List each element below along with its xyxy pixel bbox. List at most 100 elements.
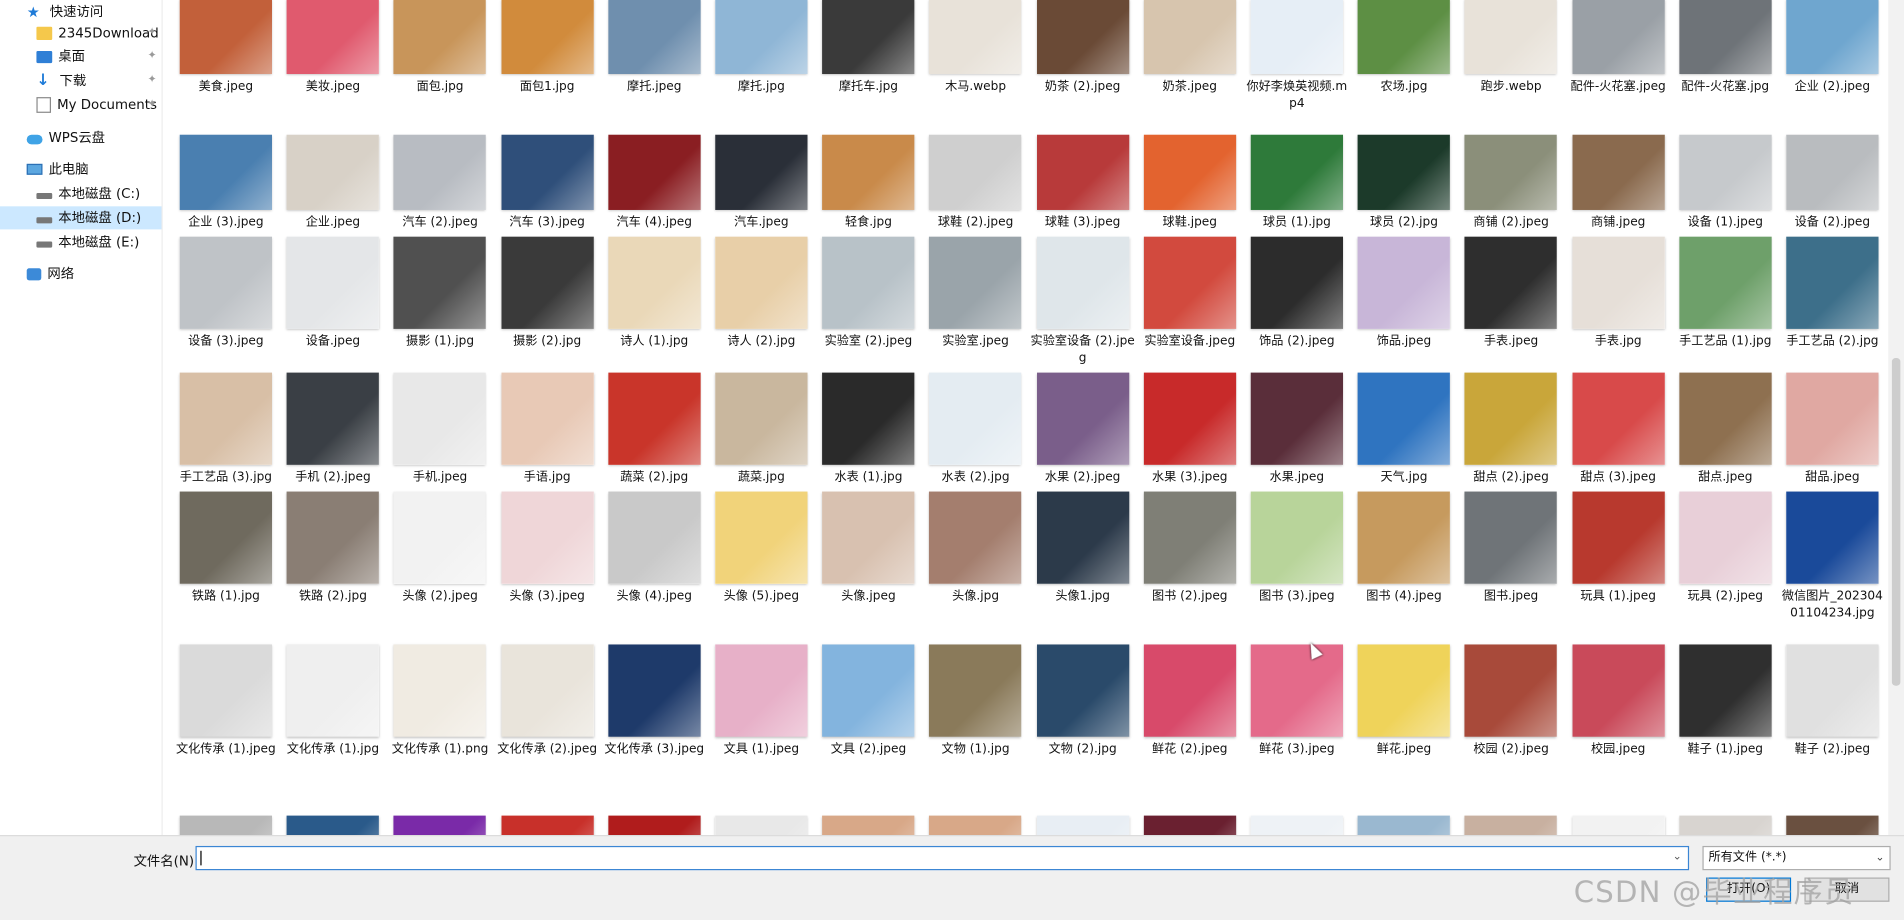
file-thumbnail bbox=[1357, 491, 1451, 584]
file-name: 水表 (1).jpg bbox=[834, 470, 903, 485]
file-name: 水果 (3).jpeg bbox=[1152, 470, 1228, 485]
pin-icon: ✦ bbox=[147, 26, 157, 39]
file-thumbnail bbox=[1250, 236, 1344, 329]
sidebar-item-label: WPS云盘 bbox=[48, 129, 106, 146]
desktop-icon bbox=[36, 50, 53, 63]
file-thumbnail bbox=[1786, 644, 1879, 737]
file-name: 轻食.jpg bbox=[844, 216, 892, 230]
file-thumbnail bbox=[715, 491, 808, 584]
file-thumbnail bbox=[929, 491, 1022, 584]
sidebar-item-label: 快速访问 bbox=[49, 3, 104, 20]
file-thumbnail bbox=[1572, 491, 1665, 584]
file-thumbnail bbox=[1786, 0, 1879, 75]
file-thumbnail bbox=[393, 134, 487, 210]
sidebar-item[interactable]: 2345Download ✦ bbox=[0, 22, 162, 45]
sidebar-item[interactable]: ↓ 下载 ✦ bbox=[0, 69, 162, 92]
file-thumbnail bbox=[393, 0, 487, 75]
file-thumbnail bbox=[929, 236, 1022, 329]
file-thumbnail bbox=[608, 815, 701, 836]
file-thumbnail bbox=[1250, 644, 1344, 737]
file-name: 鞋子 (1).jpeg bbox=[1687, 742, 1764, 757]
sidebar-item[interactable]: 本地磁盘 (E:) bbox=[0, 231, 162, 254]
file-name: 图书 (3).jpeg bbox=[1259, 589, 1335, 604]
file-name: 头像 (2).jpeg bbox=[402, 589, 478, 604]
chevron-down-icon[interactable]: ⌄ bbox=[1673, 851, 1682, 863]
sidebar-item[interactable]: 网络 bbox=[0, 262, 162, 285]
filename-input[interactable]: ⌄ bbox=[195, 845, 1690, 871]
file-thumbnail bbox=[1250, 815, 1344, 836]
file-thumbnail bbox=[822, 0, 915, 75]
file-name: 汽车.jpeg bbox=[734, 216, 789, 230]
file-thumbnail bbox=[179, 236, 273, 329]
sidebar-item[interactable]: 本地磁盘 (C:) bbox=[0, 182, 162, 205]
sidebar-item[interactable]: My Documents ✦ bbox=[0, 93, 162, 116]
file-name: 奶茶.jpeg bbox=[1162, 80, 1217, 94]
file-name: 鲜花 (2).jpeg bbox=[1152, 742, 1228, 757]
file-thumbnail bbox=[715, 815, 808, 836]
file-name: 企业.jpeg bbox=[305, 216, 361, 230]
file-name: 头像.jpeg bbox=[841, 589, 896, 604]
file-name: 手工艺品 (2).jpg bbox=[1786, 334, 1879, 349]
file-name: 文化传承 (1).png bbox=[391, 742, 489, 757]
file-name: 饰品.jpeg bbox=[1376, 334, 1432, 349]
sidebar-item[interactable]: ★ 快速访问 bbox=[0, 0, 162, 23]
file-thumbnail bbox=[608, 644, 701, 737]
file-thumbnail bbox=[608, 0, 701, 75]
file-name: 球员 (1).jpg bbox=[1262, 216, 1331, 230]
file-thumbnail bbox=[1036, 0, 1129, 75]
file-thumbnail bbox=[1143, 236, 1236, 329]
file-name: 图书 (2).jpeg bbox=[1152, 589, 1228, 604]
file-thumbnail bbox=[1679, 0, 1772, 75]
file-name: 水果.jpeg bbox=[1269, 470, 1325, 485]
scrollbar-thumb[interactable] bbox=[1891, 358, 1901, 686]
file-name: 跑步.webp bbox=[1480, 80, 1542, 94]
file-name: 文具 (2).jpeg bbox=[830, 742, 907, 757]
file-thumbnail bbox=[501, 134, 594, 210]
file-name: 手语.jpg bbox=[523, 470, 571, 485]
file-name: 设备 (3).jpeg bbox=[188, 334, 264, 349]
file-thumbnail bbox=[1036, 644, 1129, 737]
sidebar-item-label: 本地磁盘 (C:) bbox=[58, 185, 141, 202]
file-name: 文具 (1).jpeg bbox=[723, 742, 800, 757]
file-thumbnail bbox=[715, 644, 808, 737]
file-thumbnail bbox=[393, 491, 487, 584]
sidebar-item-label: My Documents bbox=[57, 97, 157, 113]
file-thumbnail bbox=[393, 644, 487, 737]
file-thumbnail bbox=[822, 372, 915, 465]
file-name: 微信图片_20230401104234.jpg bbox=[1781, 589, 1883, 621]
file-name: 校园.jpeg bbox=[1590, 742, 1646, 757]
file-thumbnail bbox=[1572, 644, 1665, 737]
file-thumbnail bbox=[1357, 815, 1451, 836]
file-name: 摩托车.jpg bbox=[838, 80, 898, 94]
file-thumbnail bbox=[1679, 491, 1772, 584]
star-icon: ★ bbox=[26, 3, 40, 21]
sidebar-item[interactable]: WPS云盘 bbox=[0, 126, 162, 149]
filename-label: 文件名(N): bbox=[133, 853, 199, 870]
file-thumbnail bbox=[179, 491, 273, 584]
file-name: 奶茶 (2).jpeg bbox=[1044, 80, 1121, 94]
file-thumbnail bbox=[1357, 372, 1451, 465]
vertical-scrollbar[interactable] bbox=[1888, 0, 1904, 836]
file-thumbnail bbox=[1357, 0, 1451, 75]
file-thumbnail bbox=[1679, 134, 1772, 210]
file-name: 鲜花 (3).jpeg bbox=[1259, 742, 1335, 757]
sidebar-item[interactable]: 本地磁盘 (D:) bbox=[0, 206, 162, 230]
file-thumbnail bbox=[1036, 134, 1129, 210]
file-thumbnail bbox=[1250, 491, 1344, 584]
sidebar-item[interactable]: 桌面 ✦ bbox=[0, 45, 162, 68]
file-name: 实验室设备 (2).jpeg bbox=[1030, 334, 1135, 366]
file-thumbnail bbox=[1036, 236, 1129, 329]
file-name: 头像.jpg bbox=[952, 589, 1000, 604]
file-name: 铁路 (1).jpg bbox=[191, 589, 260, 604]
file-thumbnail bbox=[179, 815, 273, 836]
filetype-select[interactable]: 所有文件 (*.*) ⌄ bbox=[1702, 845, 1891, 871]
file-name: 面包.jpg bbox=[416, 80, 464, 94]
sidebar-item[interactable]: 此电脑 bbox=[0, 158, 162, 181]
network-icon bbox=[26, 267, 42, 280]
file-thumbnail bbox=[929, 0, 1022, 75]
file-thumbnail bbox=[1572, 372, 1665, 465]
file-name: 手机 (2).jpeg bbox=[295, 470, 371, 485]
computer-icon bbox=[26, 163, 43, 175]
file-name: 天气.jpg bbox=[1380, 470, 1428, 485]
file-name: 头像 (4).jpeg bbox=[616, 589, 692, 604]
